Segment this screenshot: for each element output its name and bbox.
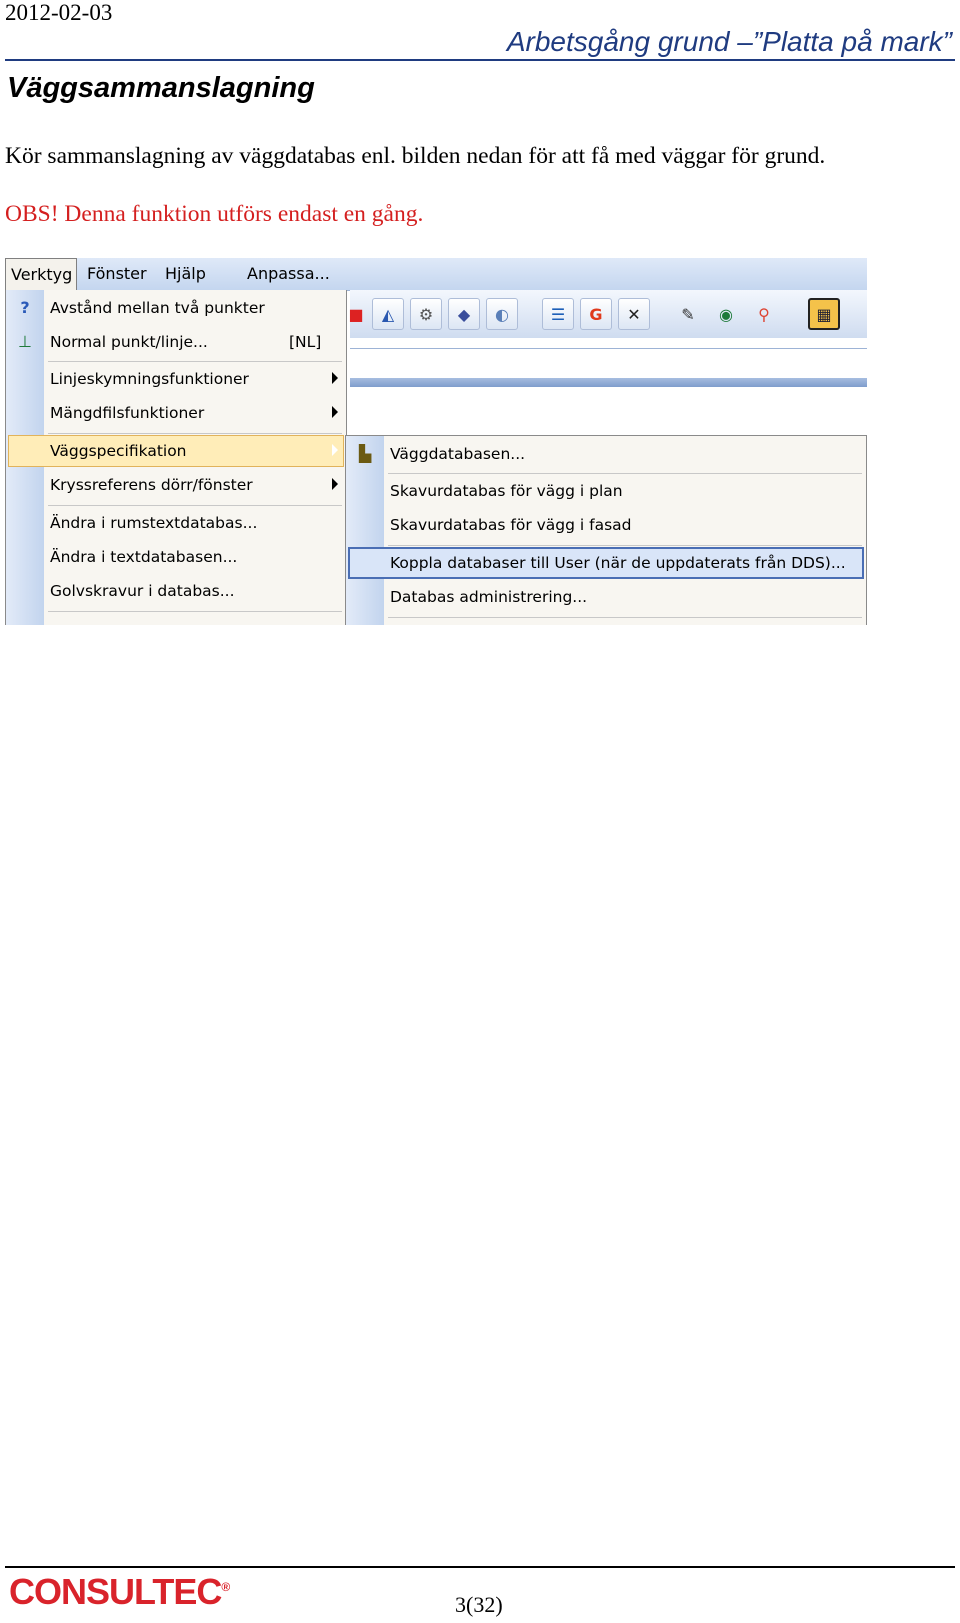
document-title: Arbetsgång grund –”Platta på mark” bbox=[506, 26, 952, 57]
menu-separator bbox=[388, 473, 862, 474]
obs-note: OBS! Denna funktion utförs endast en gån… bbox=[5, 201, 424, 227]
submenu-item-koppla-databaser[interactable]: Koppla databaser till User (när de uppda… bbox=[348, 547, 864, 579]
toolbar-tools-icon[interactable]: ✕ bbox=[618, 298, 650, 330]
submenu-item-vaggdatabasen[interactable]: ▙ Väggdatabasen... bbox=[346, 438, 866, 470]
normal-line-icon: ⊥ bbox=[18, 332, 32, 351]
instruction-text: Kör sammanslagning av väggdatabas enl. b… bbox=[5, 143, 826, 169]
window-blue-bar bbox=[350, 378, 867, 387]
submenu-item-skavur-fasad[interactable]: Skavurdatabas för vägg i fasad bbox=[346, 509, 866, 541]
section-heading: Väggsammanslagning bbox=[7, 72, 315, 104]
menu-separator bbox=[388, 545, 862, 546]
menu-verktyg[interactable]: Verktyg bbox=[5, 258, 77, 290]
menu-item-golvskravur[interactable]: Golvskravur i databas... bbox=[6, 575, 346, 607]
menubar: Verktyg Fönster Hjälp Anpassa... bbox=[5, 258, 867, 291]
wall-database-icon: ▙ bbox=[358, 444, 372, 463]
toolbar-image-icon[interactable]: ◐ bbox=[486, 298, 518, 330]
toolbar-triangle-icon[interactable]: ◭ bbox=[372, 298, 404, 330]
menu-separator bbox=[48, 361, 342, 362]
footer-rule bbox=[5, 1566, 955, 1568]
menu-item-normal-punkt[interactable]: ⊥ Normal punkt/linje... [NL] bbox=[6, 326, 346, 358]
toolbar-divider bbox=[350, 348, 867, 349]
menu-separator bbox=[388, 617, 862, 618]
software-screenshot: Verktyg Fönster Hjälp Anpassa... ■ ◭ ⚙ ◆… bbox=[5, 258, 867, 625]
toolbar-magnifier-icon[interactable]: ⚲ bbox=[748, 298, 780, 330]
page-number: 3(32) bbox=[455, 1592, 503, 1617]
toolbar: ■ ◭ ⚙ ◆ ◐ ☰ G ✕ ✎ ◉ ⚲ ▦ bbox=[348, 290, 867, 338]
menu-item-kryssreferens[interactable]: Kryssreferens dörr/fönster bbox=[6, 469, 346, 501]
submenu-arrow-icon bbox=[332, 372, 338, 384]
menu-separator bbox=[48, 611, 342, 612]
submenu-arrow-icon bbox=[332, 444, 338, 456]
ruler-question-icon: ? bbox=[20, 298, 30, 317]
toolbar-gear-icon[interactable]: ⚙ bbox=[410, 298, 442, 330]
menu-item-avstand[interactable]: ? Avstånd mellan två punkter bbox=[6, 292, 346, 324]
menu-item-textdatabasen[interactable]: Ändra i textdatabasen... bbox=[6, 541, 346, 573]
toolbar-pencil-icon[interactable]: ✎ bbox=[672, 298, 704, 330]
toolbar-swedish-flag-icon[interactable]: ☰ bbox=[542, 298, 574, 330]
menu-separator bbox=[48, 433, 342, 434]
toolbar-g-icon[interactable]: G bbox=[580, 298, 612, 330]
consultec-logo: CONSULTEC® bbox=[9, 1571, 230, 1612]
menu-item-linjeskymning[interactable]: Linjeskymningsfunktioner bbox=[6, 363, 346, 395]
toolbar-box-icon[interactable]: ◆ bbox=[448, 298, 480, 330]
menu-separator bbox=[48, 505, 342, 506]
submenu-arrow-icon bbox=[332, 478, 338, 490]
menu-item-mangdfil[interactable]: Mängdfilsfunktioner bbox=[6, 397, 346, 429]
header-date: 2012-02-03 bbox=[5, 0, 113, 25]
submenu-item-skavur-plan[interactable]: Skavurdatabas för vägg i plan bbox=[346, 475, 866, 507]
toolbar-grid-icon[interactable]: ▦ bbox=[808, 298, 840, 330]
menu-fonster[interactable]: Fönster bbox=[87, 264, 147, 283]
menu-hjalp[interactable]: Hjälp bbox=[165, 264, 206, 283]
menu-item-vaggspecifikation[interactable]: Väggspecifikation bbox=[8, 435, 344, 467]
header-rule bbox=[5, 59, 955, 61]
submenu-arrow-icon bbox=[332, 406, 338, 418]
vaggspecifikation-submenu: ▙ Väggdatabasen... Skavurdatabas för väg… bbox=[345, 435, 867, 625]
submenu-item-databas-administrering[interactable]: Databas administrering... bbox=[346, 581, 866, 613]
menu-anpassa[interactable]: Anpassa... bbox=[247, 264, 330, 283]
verktyg-dropdown-menu: ? Avstånd mellan två punkter ⊥ Normal pu… bbox=[5, 290, 347, 625]
toolbar-eye-icon[interactable]: ◉ bbox=[710, 298, 742, 330]
menu-item-rumstextdatabas[interactable]: Ändra i rumstextdatabas... bbox=[6, 507, 346, 539]
